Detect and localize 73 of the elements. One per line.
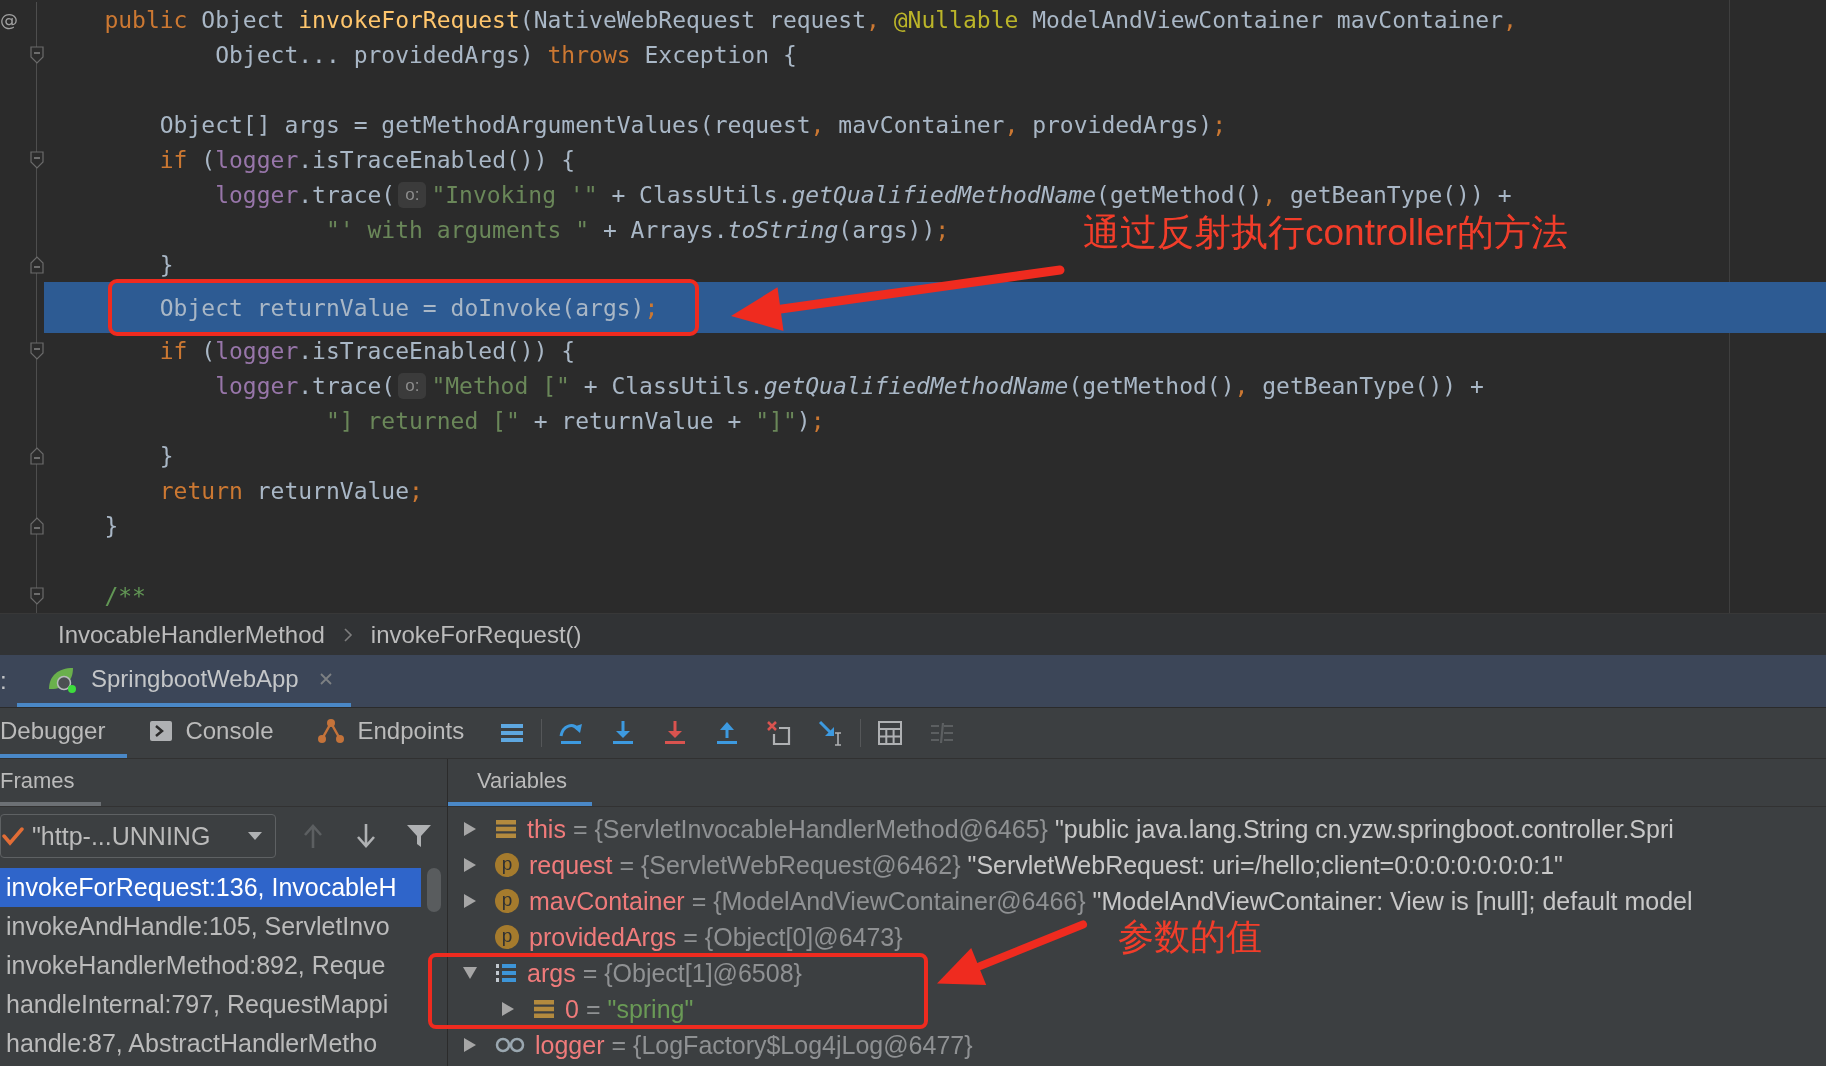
inlay-hint: o: <box>398 372 427 399</box>
close-icon[interactable] <box>318 672 333 686</box>
check-icon <box>2 826 24 846</box>
frame-item[interactable]: handle:87, AbstractHandlerMetho <box>0 1024 421 1063</box>
bars-icon <box>533 999 555 1019</box>
fold-marker-icon[interactable] <box>30 45 44 64</box>
frame-item[interactable]: invokeAndHandle:105, ServletInvo <box>0 907 421 946</box>
variable-entry[interactable]: providedArgs = {Object[0]@6473} <box>529 922 903 952</box>
numbered-list-icon <box>495 962 517 984</box>
expand-triangle-icon[interactable] <box>463 857 477 873</box>
code-text: } <box>159 252 174 277</box>
filter-icon[interactable] <box>406 823 432 849</box>
letter-badge: p <box>495 925 519 949</box>
caret-down-icon <box>247 831 263 841</box>
code-text: logger.trace( <box>215 182 396 207</box>
variable-entry[interactable]: args = {Object[1]@6508} <box>527 958 802 988</box>
variable-entry[interactable]: logger = {LogFactory$Log4jLog@6477} <box>535 1030 973 1060</box>
code-text: "Method [" + ClassUtils.getQualifiedMethodName(getMethod(), getBeanType()) + <box>431 373 1484 398</box>
chevron-right-icon <box>342 626 353 643</box>
leaf-icon <box>47 665 77 693</box>
tool-window-title: : <box>0 666 8 696</box>
annotation-note: 参数的值 <box>1118 916 1262 958</box>
code-text: logger.trace( <box>215 373 396 398</box>
frame-item[interactable]: invokeForRequest:136, InvocableH <box>0 868 421 907</box>
variable-entry[interactable]: mavContainer = {ModelAndViewContainer@6466} "ModelAndViewContainer: View is [null]; default model <box>529 886 1693 916</box>
bars-icon <box>495 819 517 839</box>
letter-badge: p <box>495 853 519 877</box>
calculator-icon[interactable] <box>877 720 904 746</box>
thread-dropdown[interactable]: "http-...UNNING <box>0 814 276 858</box>
breadcrumb-item[interactable]: invokeForRequest() <box>370 620 582 649</box>
code-text: } <box>159 443 174 468</box>
fold-marker-icon[interactable] <box>30 586 44 605</box>
frame-item[interactable]: invokeHandlerMethod:892, Reque <box>0 946 421 985</box>
tool-tab[interactable]: Console <box>127 708 296 758</box>
code-text: "Invoking '" + ClassUtils.getQualifiedMethodName(getMethod(), getBeanType()) + <box>431 182 1512 207</box>
code-text: Object returnValue = doInvoke(args); <box>159 295 659 320</box>
code-text: if (logger.isTraceEnabled()) { <box>159 338 576 363</box>
variable-entry[interactable]: 0 = "spring" <box>565 994 694 1024</box>
fold-marker-icon[interactable] <box>30 446 44 465</box>
tool-tab[interactable]: Endpoints <box>295 708 487 758</box>
code-text: Object... providedArgs) throws Exception { <box>215 42 797 67</box>
code-text: "] returned [" + returnValue + "]"); <box>325 408 825 433</box>
inlay-hint: o: <box>398 181 427 208</box>
code-text: return returnValue; <box>159 478 423 503</box>
expand-triangle-icon[interactable] <box>501 1001 515 1017</box>
annotation-note: 通过反射执行controller的方法 <box>1083 211 1569 255</box>
terminal-icon <box>149 720 174 742</box>
frame-item[interactable]: handleInternal:797, RequestMappi <box>0 985 421 1024</box>
code-text: if (logger.isTraceEnabled()) { <box>159 147 576 172</box>
fold-marker-icon[interactable] <box>30 150 44 169</box>
variable-entry[interactable]: request = {ServletWebRequest@6462} "ServletWebRequest: uri=/hello;client=0:0:0:0:0:0:0:1" <box>529 850 1563 880</box>
code-text: public Object invokeForRequest(NativeWebRequest request, @Nullable ModelAndViewContainer mavContainer, <box>104 7 1517 32</box>
panel-tab[interactable]: Variables <box>448 759 593 806</box>
code-text: } <box>104 513 119 538</box>
scrollbar-thumb[interactable] <box>427 868 441 912</box>
panel-tab[interactable]: Frames <box>0 759 101 806</box>
code-text: "' with arguments " + Arrays.toString(args)); <box>325 217 950 242</box>
fold-marker-icon[interactable] <box>30 255 44 274</box>
code-text: /** <box>104 583 146 608</box>
expand-triangle-icon[interactable] <box>463 1037 477 1053</box>
expand-triangle-icon[interactable] <box>463 821 477 837</box>
breadcrumb-item[interactable]: InvocableHandlerMethod <box>58 620 325 649</box>
fold-marker-icon[interactable] <box>30 516 44 535</box>
expand-triangle-icon[interactable] <box>463 893 477 909</box>
expand-triangle-icon[interactable] <box>462 966 478 980</box>
gutter-mark: @ <box>0 9 18 30</box>
fold-marker-icon[interactable] <box>30 341 44 360</box>
cross-frame-icon[interactable] <box>766 720 793 746</box>
variable-entry[interactable]: this = {ServletInvocableHandlerMethod@6465} "public java.lang.String cn.yzw.springboot.controller.Spri <box>527 814 1674 844</box>
double-ring-icon <box>495 1037 525 1053</box>
code-text: Object[] args = getMethodArgumentValues(request, mavContainer, providedArgs); <box>159 112 1227 137</box>
letter-badge: p <box>495 889 519 913</box>
nodes-icon <box>317 718 346 744</box>
